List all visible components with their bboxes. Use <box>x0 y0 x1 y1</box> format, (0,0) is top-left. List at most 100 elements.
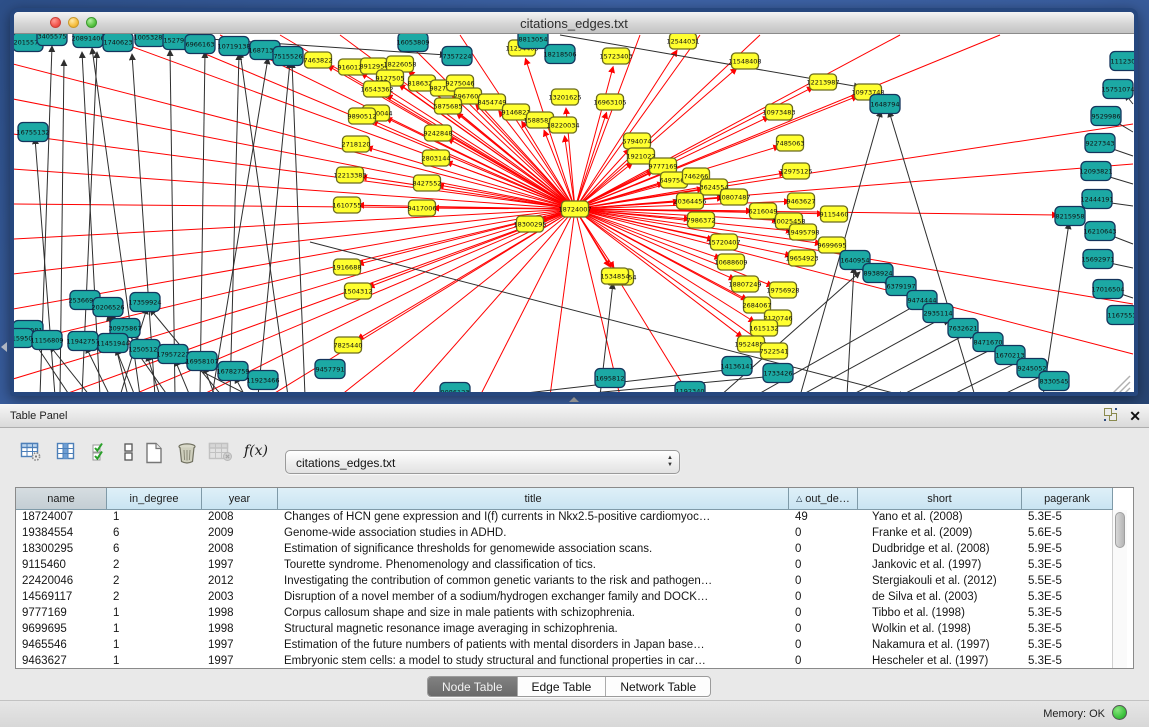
table-cell-name[interactable]: 18300295 <box>16 542 107 558</box>
table-cell-pagerank[interactable]: 5.9E-5 <box>1022 542 1113 558</box>
graph-node[interactable]: 9463627 <box>787 193 816 209</box>
table-cell-year[interactable]: 1998 <box>202 606 278 622</box>
table-cell-title[interactable]: Structural magnetic resonance image aver… <box>278 622 789 638</box>
graph-node[interactable]: 1740623 <box>103 34 133 52</box>
graph-node[interactable]: 15720407 <box>707 234 740 250</box>
table-scrollbar-thumb[interactable] <box>1115 512 1125 548</box>
graph-node[interactable]: 1192340 <box>675 382 705 393</box>
graph-node[interactable]: 12213987 <box>806 74 839 90</box>
graph-node[interactable]: 2803144 <box>422 150 451 166</box>
table-cell-out_de[interactable]: 0 <box>789 558 858 574</box>
table-cell-pagerank[interactable]: 5.6E-5 <box>1022 526 1113 542</box>
graph-node[interactable]: 7357224 <box>442 47 472 66</box>
table-cell-short[interactable]: Wolkin et al. (1998) <box>858 622 1022 638</box>
tab-edge-table[interactable]: Edge Table <box>518 677 607 696</box>
table-cell-in_degree[interactable]: 1 <box>107 638 202 654</box>
table-cell-out_de[interactable]: 0 <box>789 590 858 606</box>
table-cell-in_degree[interactable]: 2 <box>107 590 202 606</box>
table-row[interactable]: 977716911998Corpus callosum shape and si… <box>16 606 1113 622</box>
table-cell-title[interactable]: Genome-wide association studies in ADHD. <box>278 526 789 542</box>
table-cell-name[interactable]: 19384554 <box>16 526 107 542</box>
graph-node[interactable]: 7986372 <box>687 212 716 228</box>
graph-node[interactable]: 16755132 <box>16 123 49 142</box>
table-cell-pagerank[interactable]: 5.3E-5 <box>1022 606 1113 622</box>
table-row[interactable]: 911546021997Tourette syndrome. Phenomeno… <box>16 558 1113 574</box>
table-cell-pagerank[interactable]: 5.3E-5 <box>1022 654 1113 670</box>
table-cell-short[interactable]: Jankovic et al. (1997) <box>858 558 1022 574</box>
table-cell-short[interactable]: Dudbridge et al. (2008) <box>858 542 1022 558</box>
column-header-pagerank[interactable]: pagerank <box>1022 488 1113 510</box>
graph-node[interactable]: 2935114 <box>923 304 953 323</box>
graph-node[interactable]: 8427552 <box>413 175 442 191</box>
table-cell-out_de[interactable]: 0 <box>789 638 858 654</box>
row-height-icon[interactable] <box>122 442 136 467</box>
table-cell-year[interactable]: 2003 <box>202 590 278 606</box>
graph-node[interactable]: 9890512 <box>348 108 377 124</box>
table-cell-year[interactable]: 1997 <box>202 654 278 670</box>
graph-node[interactable]: 16210643 <box>1083 222 1116 241</box>
table-cell-in_degree[interactable]: 1 <box>107 622 202 638</box>
table-cell-out_de[interactable]: 0 <box>789 654 858 670</box>
graph-node[interactable]: 12093821 <box>1079 162 1112 181</box>
table-cell-in_degree[interactable]: 2 <box>107 558 202 574</box>
graph-node[interactable]: 9417006 <box>408 200 437 216</box>
graph-node[interactable]: 14136141 <box>720 357 753 376</box>
select-attributes-icon[interactable] <box>91 442 111 467</box>
float-panel-icon[interactable] <box>1104 408 1119 423</box>
table-cell-out_de[interactable]: 0 <box>789 574 858 590</box>
graph-node[interactable]: 19495798 <box>786 224 819 240</box>
graph-node[interactable]: 2718120 <box>342 136 371 152</box>
table-cell-name[interactable]: 9699695 <box>16 622 107 638</box>
table-cell-pagerank[interactable]: 5.3E-5 <box>1022 590 1113 606</box>
graph-node[interactable]: 5875685 <box>434 98 463 114</box>
graph-node[interactable]: 20364456 <box>673 193 706 209</box>
graph-node[interactable]: 18300295 <box>513 216 546 232</box>
graph-node[interactable]: 1112304 <box>1110 52 1134 71</box>
graph-node[interactable]: 16543362 <box>360 81 393 97</box>
table-cell-year[interactable]: 1998 <box>202 622 278 638</box>
table-row[interactable]: 946362711997Embryonic stem cells: a mode… <box>16 654 1113 670</box>
graph-node[interactable]: 10053287 <box>133 34 166 47</box>
table-cell-out_de[interactable]: 0 <box>789 622 858 638</box>
table-cell-name[interactable]: 22420046 <box>16 574 107 590</box>
delete-table-icon[interactable] <box>208 442 234 467</box>
new-table-icon[interactable] <box>144 442 164 469</box>
graph-node[interactable]: 18220034 <box>546 117 579 133</box>
graph-node[interactable]: 16963105 <box>593 94 626 110</box>
graph-node[interactable]: 6966163 <box>185 35 215 54</box>
column-header-title[interactable]: title <box>278 488 789 510</box>
graph-node[interactable]: 17359924 <box>128 293 161 312</box>
table-cell-pagerank[interactable]: 5.3E-5 <box>1022 510 1113 526</box>
graph-node[interactable]: 7485063 <box>776 135 805 151</box>
table-cell-short[interactable]: Tibbo et al. (1998) <box>858 606 1022 622</box>
graph-node[interactable]: 9457791 <box>315 360 345 379</box>
graph-node[interactable]: 7522541 <box>760 343 789 359</box>
table-cell-short[interactable]: Stergiakouli et al. (2012) <box>858 574 1022 590</box>
table-scrollbar[interactable] <box>1112 510 1127 668</box>
table-cell-short[interactable]: Nakamura et al. (1997) <box>858 638 1022 654</box>
graph-node[interactable]: 9699695 <box>818 237 847 253</box>
graph-node[interactable]: 11548408 <box>728 53 761 69</box>
table-row[interactable]: 946554611997Estimation of the future num… <box>16 638 1113 654</box>
column-header-year[interactable]: year <box>202 488 278 510</box>
tab-node-table[interactable]: Node Table <box>428 677 518 696</box>
table-cell-pagerank[interactable]: 5.5E-5 <box>1022 574 1113 590</box>
graph-node[interactable]: 18724007 <box>558 201 591 217</box>
graph-node[interactable]: 9227343 <box>1085 134 1115 153</box>
delete-attribute-icon[interactable] <box>176 442 198 469</box>
table-cell-year[interactable]: 2008 <box>202 510 278 526</box>
table-cell-pagerank[interactable]: 5.3E-5 <box>1022 622 1113 638</box>
column-header-name[interactable]: name <box>16 488 107 510</box>
table-cell-year[interactable]: 2008 <box>202 542 278 558</box>
graph-node[interactable]: 9242848 <box>424 125 453 141</box>
table-cell-in_degree[interactable]: 1 <box>107 654 202 670</box>
graph-node[interactable]: 10973483 <box>762 104 795 120</box>
window-resize-grip[interactable] <box>1112 376 1130 392</box>
function-builder-icon[interactable]: f(x) <box>244 443 268 459</box>
table-row[interactable]: 1872400712008Changes of HCN gene express… <box>16 510 1113 526</box>
graph-node[interactable]: 12975125 <box>779 163 812 179</box>
table-cell-pagerank[interactable]: 5.3E-5 <box>1022 638 1113 654</box>
graph-node[interactable]: 10719138 <box>217 37 250 56</box>
table-cell-in_degree[interactable]: 6 <box>107 526 202 542</box>
graph-node[interactable]: 15723403 <box>599 48 632 64</box>
